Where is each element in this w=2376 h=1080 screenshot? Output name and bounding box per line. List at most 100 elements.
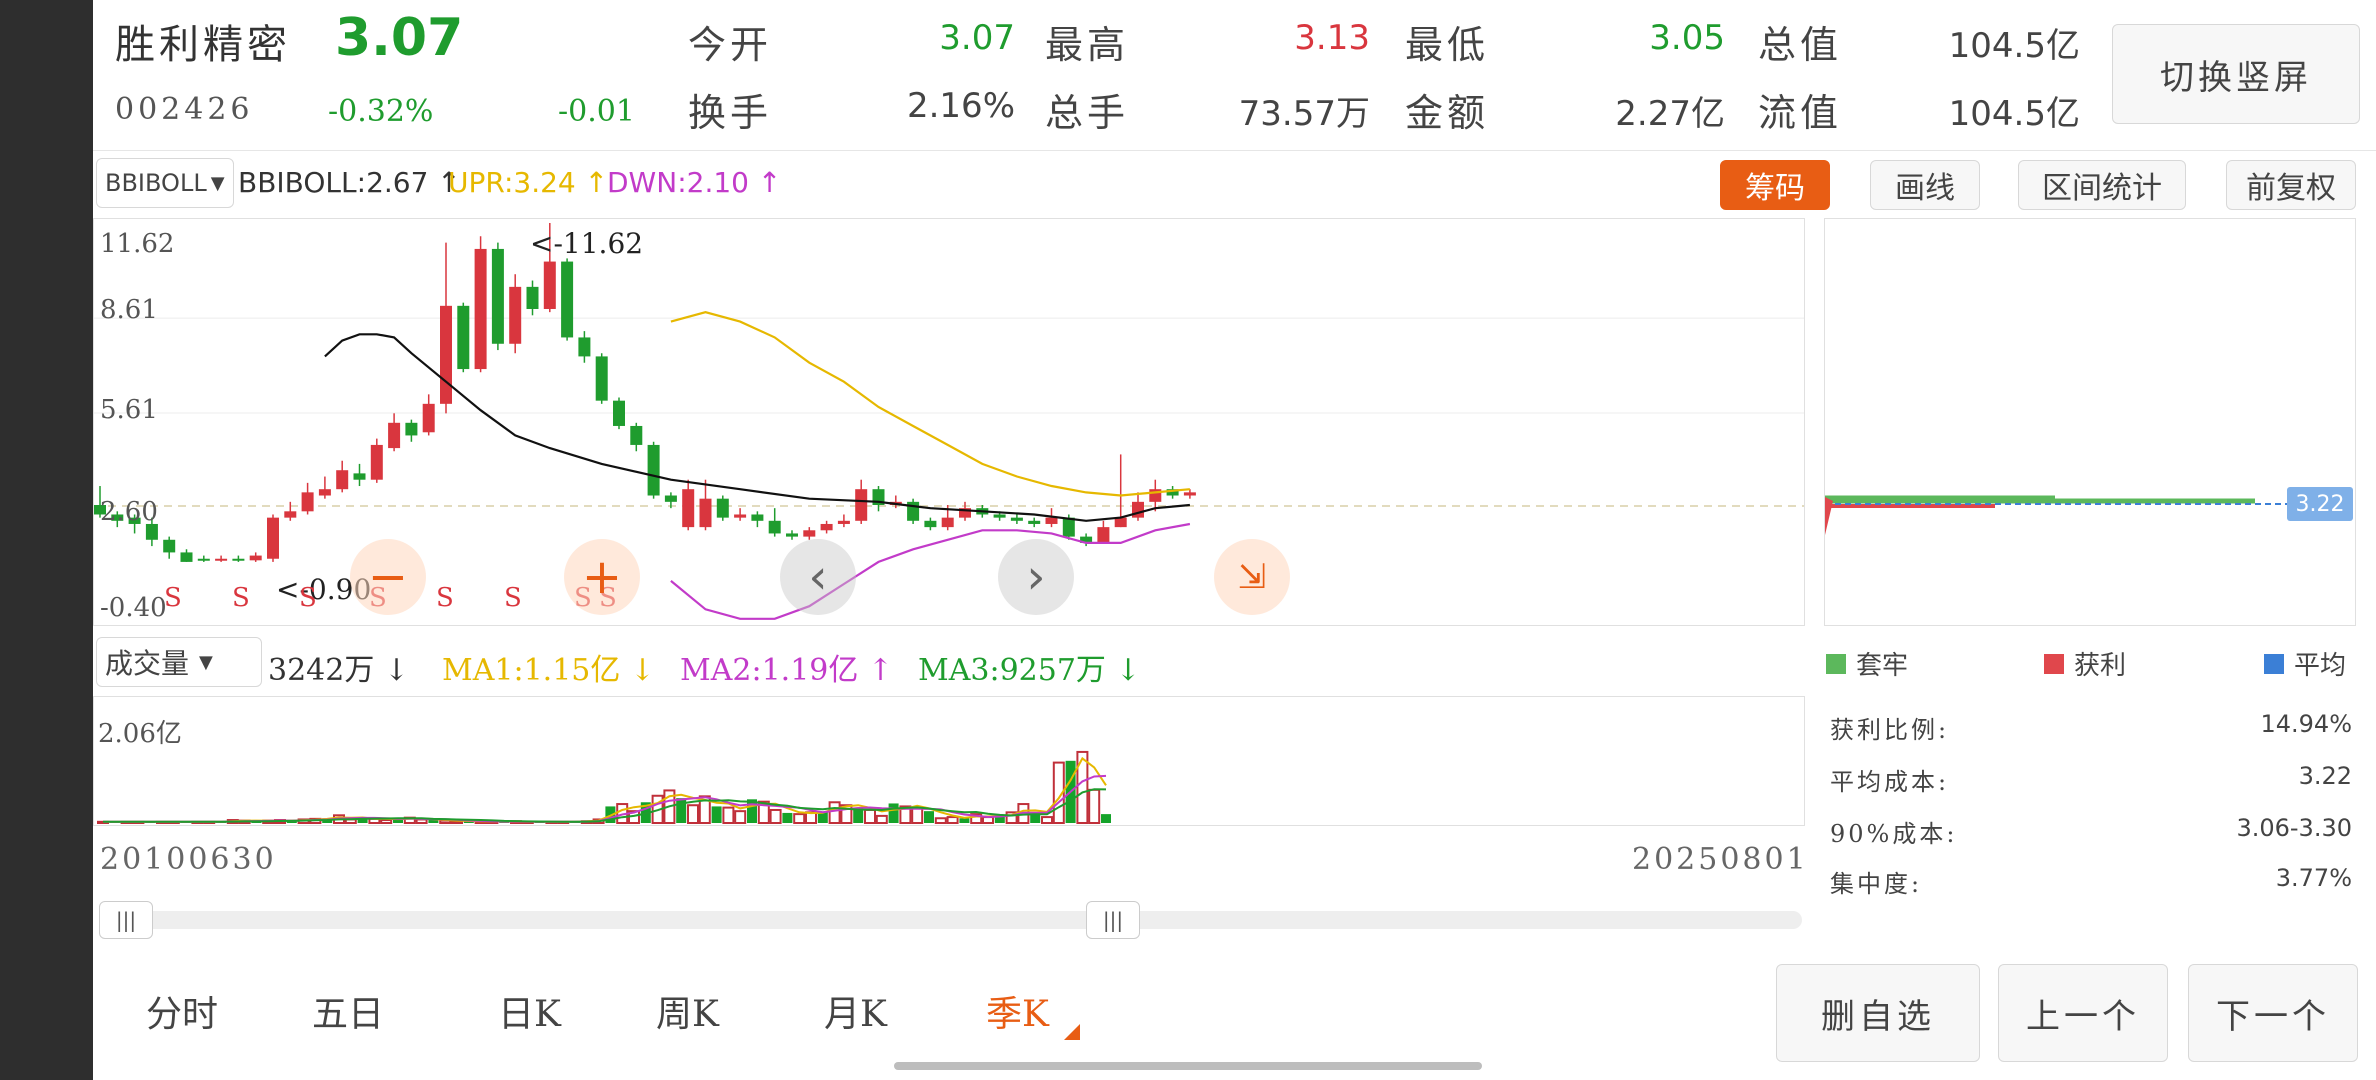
- stat-value-profit-ratio: 14.94%: [2260, 710, 2352, 738]
- candle-body: [318, 489, 331, 496]
- candle-body: [613, 400, 625, 426]
- candle-body: [336, 470, 349, 490]
- quote-value-volume: 73.57万: [1238, 94, 1370, 134]
- collapse-chart-button[interactable]: ⇲: [1214, 539, 1290, 615]
- volume-value: 3242万 ↓: [268, 653, 410, 688]
- tab-five-day[interactable]: 五日: [312, 985, 384, 1037]
- candle-body: [993, 514, 1006, 518]
- zoom-in-button[interactable]: +: [564, 539, 640, 615]
- range-slider-track[interactable]: [100, 911, 1802, 929]
- quote-value-total-cap: 104.5亿: [1948, 26, 2080, 66]
- indicator-selector[interactable]: BBIBOLL ▼: [96, 158, 234, 208]
- range-slider-handle-left[interactable]: |||: [99, 901, 153, 939]
- header-divider: [93, 150, 2376, 151]
- candle-body: [353, 473, 366, 480]
- volume-bar: [1101, 814, 1111, 823]
- chip-distribution-chart: 3.22: [1824, 218, 2356, 626]
- tab-quarterly-k[interactable]: 季K: [986, 985, 1049, 1037]
- volume-ma2: MA2:1.19亿 ↑: [680, 653, 894, 688]
- candle-body: [509, 286, 522, 344]
- stock-name: 胜利精密: [115, 22, 291, 68]
- stat-label-90-cost: 90%成本:: [1830, 820, 1958, 848]
- draw-line-button[interactable]: 画线: [1870, 160, 1980, 210]
- range-stats-button[interactable]: 区间统计: [2018, 160, 2186, 210]
- candle-body: [820, 523, 833, 531]
- volume-svg: [97, 750, 1111, 825]
- volume-selector[interactable]: 成交量 ▼: [96, 637, 262, 687]
- dwn-line: [670, 522, 1191, 620]
- tab-more-triangle-icon[interactable]: [1064, 1024, 1080, 1040]
- scroll-left-button[interactable]: ‹: [780, 539, 856, 615]
- candle-body: [768, 520, 781, 534]
- legend-swatch-trapped: [1826, 653, 1846, 674]
- volume-bar: [1041, 816, 1053, 824]
- volume-chart[interactable]: 2.06亿: [93, 696, 1805, 826]
- kline-chart[interactable]: 11.62 8.61 5.61 2.60 -0.40 <-11.62 <-0.9…: [93, 218, 1805, 626]
- candle-body: [647, 444, 660, 496]
- switch-portrait-button[interactable]: 切换竖屏: [2112, 24, 2360, 124]
- volume-bar: [415, 818, 428, 824]
- home-indicator[interactable]: [894, 1062, 1482, 1070]
- candle-body: [803, 530, 816, 537]
- axis-label-max: 11.62: [100, 229, 175, 259]
- volume-bar: [828, 801, 841, 824]
- chips-button[interactable]: 筹码: [1720, 160, 1830, 210]
- axis-label-min: -0.40: [100, 593, 167, 623]
- minus-icon: −: [367, 549, 409, 605]
- candle-body: [457, 305, 470, 370]
- legend-trapped: 套牢: [1826, 645, 1908, 682]
- tab-weekly-k[interactable]: 周K: [656, 985, 719, 1037]
- candle-body: [1010, 517, 1023, 521]
- volume-bar: [676, 798, 687, 823]
- candle-body: [699, 498, 712, 528]
- candle-body: [526, 286, 539, 309]
- tab-intraday[interactable]: 分时: [146, 985, 218, 1037]
- volume-selector-label: 成交量: [105, 647, 190, 680]
- volume-bar: [722, 806, 735, 825]
- axis-label-2: 8.61: [100, 295, 158, 325]
- volume-bar: [687, 804, 699, 824]
- volume-bar: [782, 812, 793, 823]
- price-adjust-button[interactable]: 前复权: [2226, 160, 2356, 210]
- candle-body: [1045, 517, 1058, 524]
- range-slider-handle-right[interactable]: |||: [1086, 901, 1140, 939]
- candle-body: [561, 261, 574, 338]
- legend-label-average: 平均: [2294, 651, 2347, 681]
- candle-body: [716, 498, 729, 518]
- quote-value-open: 3.07: [939, 18, 1015, 58]
- candle-body: [267, 517, 279, 559]
- stat-label-profit-ratio: 获利比例:: [1830, 716, 1950, 744]
- zoom-out-button[interactable]: −: [350, 539, 426, 615]
- high-annotation: <-11.62: [530, 227, 644, 260]
- sell-signal-marker: S: [504, 583, 522, 613]
- volume-bar: [875, 814, 888, 824]
- tab-monthly-k[interactable]: 月K: [824, 985, 887, 1037]
- previous-stock-button[interactable]: 上一个: [1998, 964, 2168, 1062]
- quote-value-amount: 2.27亿: [1615, 94, 1725, 134]
- next-stock-button[interactable]: 下一个: [2188, 964, 2358, 1062]
- candle-body: [664, 495, 677, 502]
- legend-swatch-profit: [2044, 653, 2064, 674]
- candle-body: [388, 422, 401, 449]
- candle-body: [595, 356, 608, 401]
- sell-signal-marker: S: [164, 583, 182, 613]
- stat-label-concentration: 集中度:: [1830, 870, 1923, 898]
- candle-body: [301, 492, 314, 512]
- indicator-selector-label: BBIBOLL: [105, 169, 207, 197]
- remove-watchlist-button[interactable]: 删自选: [1776, 964, 1980, 1062]
- volume-ma1: MA1:1.15亿 ↓: [442, 653, 656, 688]
- quote-label-open: 今开: [688, 23, 773, 67]
- candle-body: [405, 422, 418, 436]
- candle-body: [163, 539, 176, 553]
- legend-average: 平均: [2264, 645, 2346, 682]
- stat-value-concentration: 3.77%: [2275, 864, 2352, 892]
- legend-label-trapped: 套牢: [1856, 651, 1909, 681]
- volume-ma3: MA3:9257万 ↓: [918, 653, 1141, 688]
- tab-daily-k[interactable]: 日K: [498, 985, 561, 1037]
- dropdown-triangle-icon: ▼: [199, 651, 213, 673]
- quote-label-amount: 金额: [1405, 91, 1490, 135]
- quote-value-low: 3.05: [1649, 18, 1725, 58]
- candle-body: [924, 520, 937, 528]
- scroll-right-button[interactable]: ›: [998, 539, 1074, 615]
- candle-body: [1132, 501, 1144, 518]
